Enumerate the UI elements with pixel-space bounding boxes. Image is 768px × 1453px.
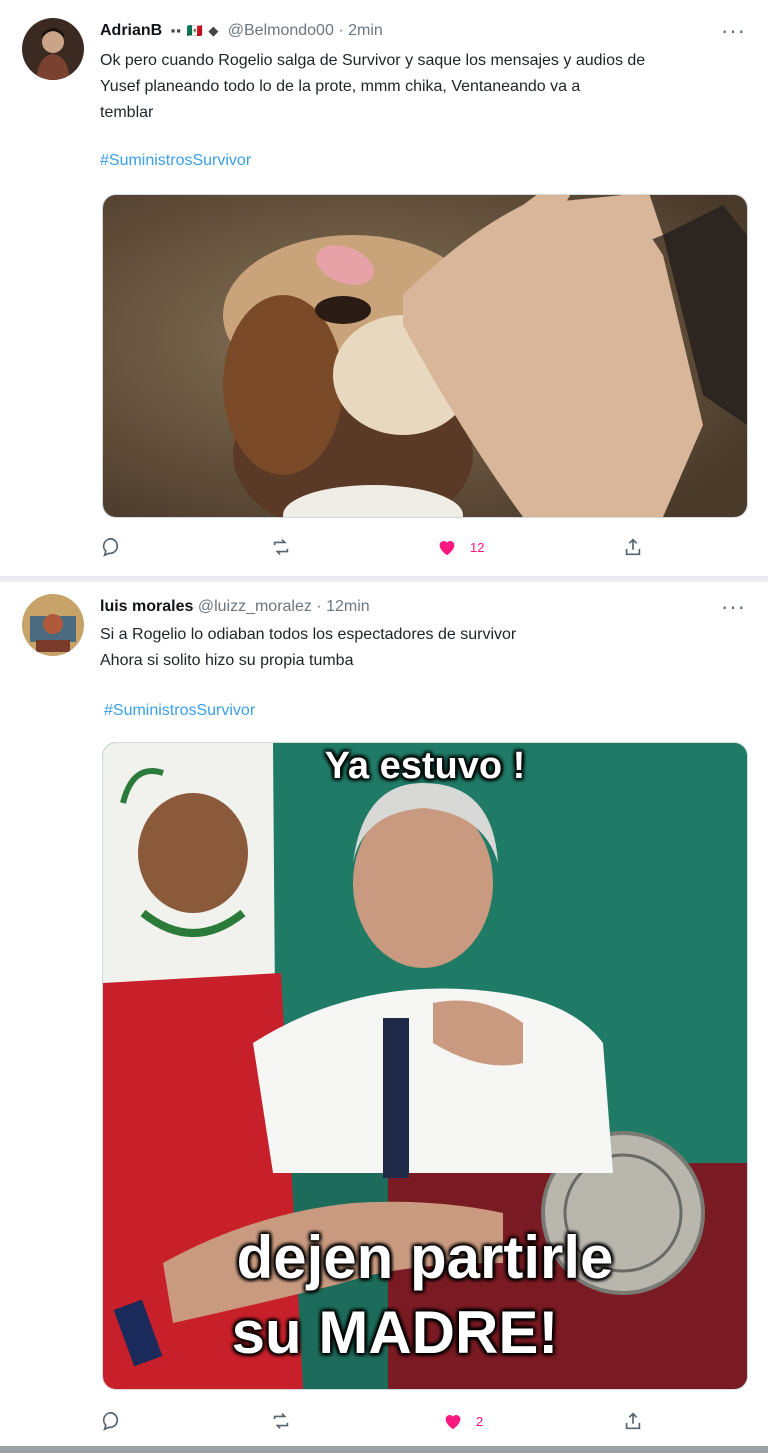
like-count: 12 (470, 539, 485, 555)
tweet-card[interactable]: luis morales @luizz_moralez · 12min ··· … (0, 582, 768, 1446)
tweet-text-line: Si a Rogelio lo odiaban todos los espect… (100, 626, 517, 643)
tweet-actions: 2 (100, 1406, 660, 1436)
retweet-button[interactable] (270, 532, 292, 562)
tweet-header: luis morales @luizz_moralez · 12min (100, 598, 370, 616)
hashtag-link[interactable]: #SuministrosSurvivor (100, 152, 251, 170)
tweet-media-dog-photo[interactable] (102, 194, 748, 518)
tweet-text: Si a Rogelio lo odiaban todos los espect… (100, 622, 746, 674)
like-button[interactable]: 2 (442, 1406, 483, 1436)
retweet-button[interactable] (270, 1406, 292, 1436)
tweet-actions: 12 (100, 532, 660, 562)
reply-button[interactable] (100, 1406, 122, 1436)
share-button[interactable] (622, 1406, 644, 1436)
hashtag-link[interactable]: #SuministrosSurvivor (104, 702, 255, 720)
reply-button[interactable] (100, 532, 122, 562)
reply-icon (102, 537, 119, 557)
like-count: 2 (476, 1413, 484, 1429)
like-icon (445, 1415, 461, 1430)
tweet-text-line: temblar (100, 104, 154, 121)
avatar[interactable] (22, 18, 84, 80)
user-name[interactable]: luis morales (100, 598, 193, 615)
tweet-media-meme[interactable]: Ya estuvo ! dejen partirle su MADRE! (102, 742, 748, 1390)
tweet-time[interactable]: 12min (326, 598, 370, 615)
reply-icon (102, 1411, 119, 1431)
tweet-card[interactable]: AdrianB ▪▪ 🇲🇽 ◆ @Belmondo00 · 2min ··· O… (0, 0, 768, 576)
more-icon[interactable]: ··· (721, 18, 746, 44)
tweet-text-line: Yusef planeando todo lo de la prote, mmm… (100, 78, 581, 95)
user-handle[interactable]: @Belmondo00 (228, 22, 334, 39)
more-icon[interactable]: ··· (721, 594, 746, 620)
separator-dot: · (316, 598, 322, 615)
separator-dot: · (338, 22, 344, 39)
tweet-text-line: Ahora si solito hizo su propia tumba (100, 652, 354, 669)
retweet-icon (273, 1413, 289, 1429)
user-handle[interactable]: @luizz_moralez (198, 598, 312, 615)
tweet-header: AdrianB ▪▪ 🇲🇽 ◆ @Belmondo00 · 2min (100, 22, 383, 40)
share-icon (625, 1412, 641, 1430)
bottom-edge-bar (0, 1446, 768, 1453)
meme-caption-bottom-2: su MADRE! (231, 1299, 559, 1366)
tweet-time[interactable]: 2min (348, 22, 383, 39)
share-button[interactable] (622, 532, 644, 562)
avatar[interactable] (22, 594, 84, 656)
retweet-icon (273, 539, 289, 555)
tweet-text: Ok pero cuando Rogelio salga de Survivor… (100, 48, 746, 126)
like-icon (439, 541, 455, 556)
meme-caption-top: Ya estuvo ! (324, 745, 526, 787)
name-emoji-flags: ▪▪ 🇲🇽 ◆ (170, 23, 220, 38)
user-name[interactable]: AdrianB (100, 22, 162, 39)
like-button[interactable]: 12 (436, 532, 484, 562)
tweet-text-line: Ok pero cuando Rogelio salga de Survivor… (100, 52, 646, 69)
meme-caption-bottom-1: dejen partirle (236, 1224, 614, 1291)
share-icon (625, 538, 641, 556)
